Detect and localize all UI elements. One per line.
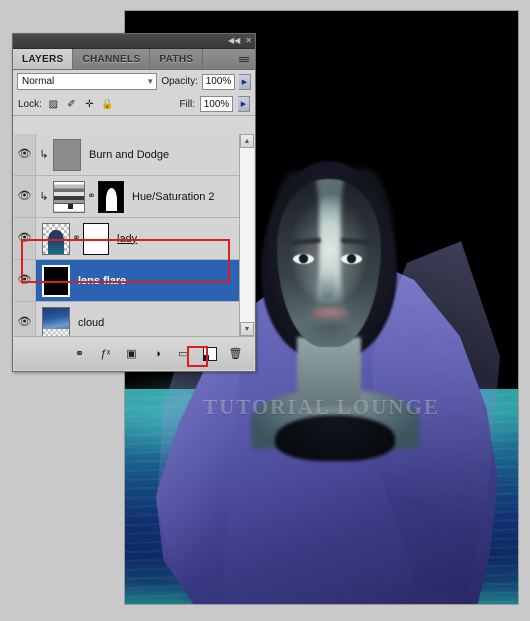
layer-row-lens-flare[interactable]: 👁 lens flare bbox=[14, 260, 239, 302]
eye-icon: 👁 bbox=[17, 316, 32, 328]
layer-visibility-toggle[interactable]: 👁 bbox=[14, 260, 36, 301]
layer-thumbnail[interactable] bbox=[53, 180, 85, 213]
mask-figure-graphic bbox=[99, 181, 123, 212]
hair-left bbox=[269, 171, 319, 321]
layer-name: Hue/Saturation 2 bbox=[132, 190, 215, 203]
panel-titlebar: ◀◀ ✕ bbox=[13, 34, 255, 49]
layers-panel: ◀◀ ✕ LAYERS CHANNELS PATHS Normal ▼ Opac… bbox=[12, 33, 256, 372]
hair-right bbox=[341, 169, 395, 329]
layers-panel-footer: ⚭ ƒˣ ▣ ◑ ▭ 🗑 bbox=[14, 336, 254, 370]
fill-input[interactable]: 100% bbox=[200, 96, 233, 112]
lock-all-icon[interactable]: 🔒 bbox=[101, 98, 114, 111]
huesat-slider-graphic bbox=[54, 202, 84, 211]
layer-visibility-toggle[interactable]: 👁 bbox=[14, 134, 36, 175]
fill-label: Fill: bbox=[179, 98, 195, 110]
blend-mode-row: Normal ▼ Opacity: 100% ▶ bbox=[13, 70, 255, 93]
lock-transparent-pixels-icon[interactable]: ▨ bbox=[47, 98, 60, 111]
lock-label: Lock: bbox=[18, 98, 42, 110]
layer-row-burn-and-dodge[interactable]: 👁 ↳ Burn and Dodge bbox=[14, 134, 239, 176]
layer-row-lady[interactable]: 👁 ⚭ lady bbox=[14, 218, 239, 260]
panel-menu-icon[interactable] bbox=[239, 56, 249, 62]
layer-name: Burn and Dodge bbox=[89, 148, 170, 161]
neck bbox=[297, 337, 361, 407]
pupil-right bbox=[347, 254, 356, 263]
delete-layer-button[interactable]: 🗑 bbox=[227, 345, 244, 362]
layer-name: cloud bbox=[78, 316, 105, 329]
nose bbox=[321, 263, 335, 299]
chin-shadow bbox=[301, 323, 359, 345]
layer-style-fx-button[interactable]: ƒˣ bbox=[97, 345, 114, 362]
layer-mask-thumbnail[interactable] bbox=[98, 180, 124, 213]
layer-visibility-toggle[interactable]: 👁 bbox=[14, 176, 36, 217]
link-layers-button[interactable]: ⚭ bbox=[71, 345, 88, 362]
tab-layers[interactable]: LAYERS bbox=[13, 49, 74, 69]
chevron-down-icon: ▼ bbox=[146, 77, 155, 86]
transparency-checker-graphic bbox=[43, 328, 69, 336]
eye-icon: 👁 bbox=[17, 274, 32, 286]
scrollbar-track[interactable] bbox=[240, 148, 254, 322]
link-icon[interactable]: ⚭ bbox=[72, 233, 81, 244]
layer-thumbnail[interactable] bbox=[53, 138, 81, 171]
close-icon[interactable]: ✕ bbox=[245, 37, 252, 45]
layer-rows: 👁 ↳ Burn and Dodge 👁 ↳ ⚭ Hue/Saturation … bbox=[14, 134, 239, 336]
layer-row-cloud[interactable]: 👁 cloud bbox=[14, 302, 239, 336]
tab-strip-spacer bbox=[203, 49, 255, 69]
pupil-left bbox=[299, 254, 308, 263]
fill-spinner-icon[interactable]: ▶ bbox=[238, 96, 250, 112]
lock-position-icon[interactable]: ✛ bbox=[83, 98, 96, 111]
layer-name: lady bbox=[117, 232, 138, 245]
lock-row: Lock: ▨ ✐ ✛ 🔒 Fill: 100% ▶ bbox=[13, 93, 255, 116]
clipping-mask-icon: ↳ bbox=[39, 191, 49, 203]
new-group-button[interactable]: ▭ bbox=[175, 345, 192, 362]
scroll-down-arrow-icon[interactable]: ▼ bbox=[240, 322, 254, 336]
layer-visibility-toggle[interactable]: 👁 bbox=[14, 302, 36, 336]
opacity-spinner-icon[interactable]: ▶ bbox=[239, 73, 251, 90]
lock-image-pixels-icon[interactable]: ✐ bbox=[65, 98, 78, 111]
tab-paths[interactable]: PATHS bbox=[150, 49, 204, 69]
opacity-input[interactable]: 100% bbox=[202, 73, 235, 90]
layer-thumbnail[interactable] bbox=[42, 264, 70, 297]
new-layer-icon bbox=[202, 346, 217, 361]
panel-tab-strip: LAYERS CHANNELS PATHS bbox=[13, 49, 255, 70]
dark-top-garment bbox=[275, 415, 395, 461]
new-layer-button[interactable] bbox=[201, 345, 218, 362]
layer-thumbnail[interactable] bbox=[42, 222, 70, 255]
eye-icon: 👁 bbox=[17, 148, 32, 160]
eye-icon: 👁 bbox=[17, 232, 32, 244]
blend-mode-select[interactable]: Normal ▼ bbox=[17, 73, 158, 90]
link-icon[interactable]: ⚭ bbox=[87, 191, 96, 202]
layer-list: 👁 ↳ Burn and Dodge 👁 ↳ ⚭ Hue/Saturation … bbox=[14, 134, 254, 336]
opacity-label: Opacity: bbox=[161, 76, 198, 87]
layer-thumbnail[interactable] bbox=[42, 306, 70, 336]
collapse-icon[interactable]: ◀◀ bbox=[228, 37, 240, 45]
blend-mode-value: Normal bbox=[22, 76, 55, 87]
scroll-up-arrow-icon[interactable]: ▲ bbox=[240, 134, 254, 148]
new-adjustment-layer-button[interactable]: ◑ bbox=[149, 345, 166, 362]
lips bbox=[311, 307, 349, 320]
layer-visibility-toggle[interactable]: 👁 bbox=[14, 218, 36, 259]
layer-list-scrollbar[interactable]: ▲ ▼ bbox=[239, 134, 254, 336]
layer-mask-thumbnail[interactable] bbox=[83, 222, 109, 255]
clipping-mask-icon: ↳ bbox=[39, 149, 49, 161]
layer-row-hue-saturation-2[interactable]: 👁 ↳ ⚭ Hue/Saturation 2 bbox=[14, 176, 239, 218]
tab-channels[interactable]: CHANNELS bbox=[73, 49, 151, 69]
layer-name: lens flare bbox=[78, 274, 127, 287]
add-layer-mask-button[interactable]: ▣ bbox=[123, 345, 140, 362]
eye-icon: 👁 bbox=[17, 190, 32, 202]
